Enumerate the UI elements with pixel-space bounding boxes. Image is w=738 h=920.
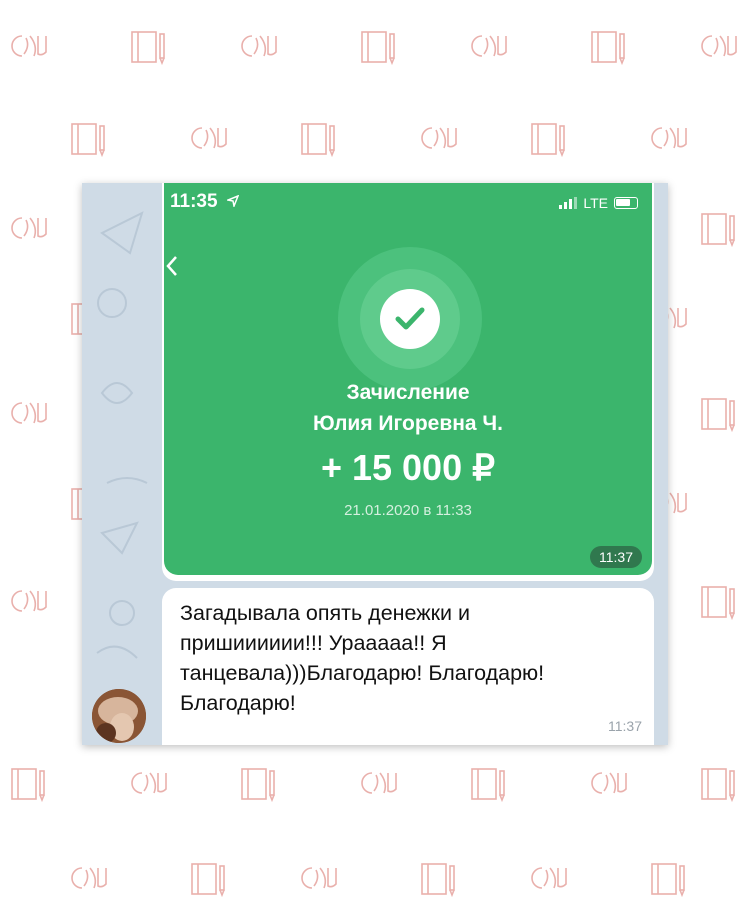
payment-title: Зачисление (346, 381, 470, 404)
watermark-notebook-icon (128, 28, 170, 66)
watermark-notebook-icon (8, 765, 50, 803)
photo-time-badge: 11:37 (590, 546, 642, 568)
message-bubble[interactable]: Загадывала опять денежки и пришииииии!!!… (162, 588, 654, 745)
watermark-logo-icon (8, 28, 50, 66)
watermark-logo-icon (468, 28, 510, 66)
status-time: 11:35 (170, 191, 240, 213)
checkmark-icon (395, 307, 425, 330)
watermark-notebook-icon (68, 120, 110, 158)
watermark-notebook-icon (528, 120, 570, 158)
payment-sender: Юлия Игоревна Ч. (312, 412, 504, 435)
payment-screen: 11:35 LTE Зачисление Юлия Игоревна Ч. + … (164, 183, 652, 575)
watermark-notebook-icon (588, 28, 630, 66)
back-chevron-icon[interactable] (166, 255, 178, 277)
chat-card: 11:35 LTE Зачисление Юлия Игоревна Ч. + … (82, 183, 668, 745)
watermark-notebook-icon (648, 860, 690, 898)
message-text: Загадывала опять денежки и пришииииии!!!… (180, 601, 545, 715)
avatar[interactable] (92, 689, 146, 743)
success-circle (338, 247, 482, 391)
payment-screenshot-bubble[interactable]: 11:35 LTE Зачисление Юлия Игоревна Ч. + … (162, 183, 654, 581)
watermark-logo-icon (588, 765, 630, 803)
battery-icon (614, 197, 638, 209)
watermark-logo-icon (188, 120, 230, 158)
message-time: 11:37 (608, 718, 642, 734)
watermark-logo-icon (8, 583, 50, 621)
signal-icon (559, 197, 578, 209)
network-label: LTE (583, 195, 608, 211)
watermark-notebook-icon (698, 210, 738, 248)
watermark-notebook-icon (698, 395, 738, 433)
watermark-notebook-icon (358, 28, 400, 66)
watermark-logo-icon (698, 28, 738, 66)
watermark-notebook-icon (238, 765, 280, 803)
payment-amount: + 15 000 ₽ (320, 447, 496, 488)
watermark-logo-icon (238, 28, 280, 66)
watermark-notebook-icon (188, 860, 230, 898)
watermark-logo-icon (68, 860, 110, 898)
status-time-text: 11:35 (170, 191, 218, 212)
watermark-notebook-icon (418, 860, 460, 898)
watermark-notebook-icon (698, 583, 738, 621)
watermark-logo-icon (298, 860, 340, 898)
watermark-logo-icon (128, 765, 170, 803)
watermark-notebook-icon (468, 765, 510, 803)
watermark-notebook-icon (698, 765, 738, 803)
watermark-logo-icon (528, 860, 570, 898)
watermark-notebook-icon (298, 120, 340, 158)
location-arrow-icon (225, 194, 240, 209)
watermark-logo-icon (648, 120, 690, 158)
watermark-logo-icon (8, 210, 50, 248)
watermark-logo-icon (358, 765, 400, 803)
status-right: LTE (559, 195, 638, 211)
payment-date: 21.01.2020 в 11:33 (344, 502, 472, 519)
watermark-logo-icon (418, 120, 460, 158)
watermark-logo-icon (8, 395, 50, 433)
